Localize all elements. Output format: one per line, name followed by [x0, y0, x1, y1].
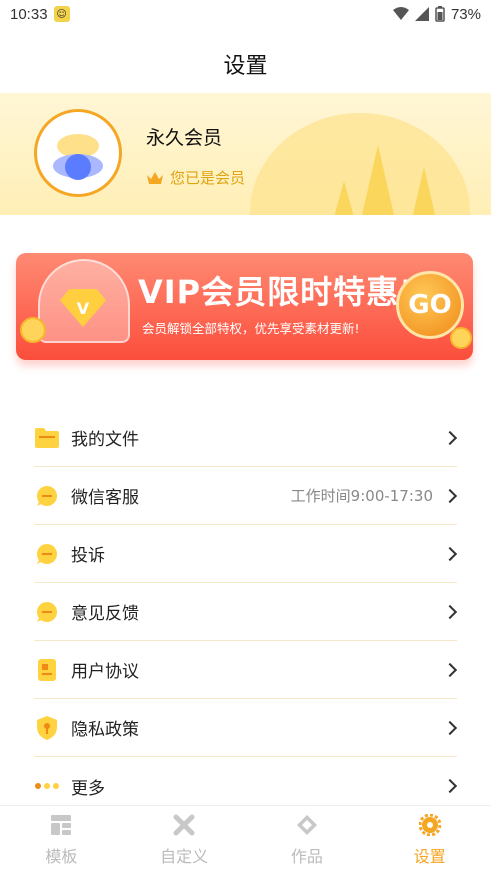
wifi-icon	[392, 7, 409, 20]
menu-item-label: 意见反馈	[71, 604, 139, 624]
menu-item-privacy-policy[interactable]: 隐私政策	[34, 699, 458, 757]
chat-icon	[34, 599, 60, 625]
service-hours: 工作时间9:00-17:30	[290, 487, 433, 505]
notification-icon: ☺	[53, 6, 70, 22]
membership-status-label: 您已是会员	[170, 169, 246, 187]
menu-item-complaint[interactable]: 投诉	[34, 525, 458, 583]
tab-settings[interactable]: 设置	[368, 806, 491, 873]
settings-menu: 我的文件 微信客服 工作时间9:00-17:30 投诉 意见反馈 用户协议 隐私…	[34, 409, 458, 815]
go-button[interactable]: GO	[396, 271, 464, 339]
document-icon	[34, 657, 60, 683]
chevron-right-icon	[442, 662, 458, 677]
template-icon	[49, 813, 73, 837]
menu-item-label: 投诉	[71, 546, 105, 566]
page-title: 设置	[223, 54, 268, 79]
tree-decoration	[412, 167, 436, 215]
battery-percent: 73%	[450, 5, 481, 23]
chevron-right-icon	[442, 488, 458, 503]
tab-custom[interactable]: 自定义	[123, 806, 246, 873]
tree-decoration	[334, 181, 354, 215]
shield-icon	[34, 715, 60, 741]
avatar[interactable]	[34, 109, 122, 197]
tab-templates[interactable]: 模板	[0, 806, 123, 873]
signal-icon	[414, 7, 429, 21]
menu-item-wechat-service[interactable]: 微信客服 工作时间9:00-17:30	[34, 467, 458, 525]
menu-item-label: 用户协议	[71, 662, 139, 682]
vip-promo-banner[interactable]: V VIP会员限时特惠! 会员解锁全部特权，优先享受素材更新! GO	[16, 253, 473, 360]
tab-label: 作品	[290, 846, 323, 866]
menu-item-label: 更多	[71, 778, 105, 799]
menu-item-feedback[interactable]: 意见反馈	[34, 583, 458, 641]
profile-name: 永久会员	[146, 127, 223, 149]
tab-label: 自定义	[160, 846, 209, 866]
bottom-tab-bar: 模板 自定义 作品 设置	[0, 805, 491, 873]
chevron-right-icon	[442, 546, 458, 561]
battery-icon	[435, 6, 445, 22]
works-icon	[295, 813, 319, 837]
coin-decoration	[450, 327, 472, 349]
decorative-hill	[250, 113, 470, 215]
crown-icon	[147, 171, 163, 184]
avatar-flower-center	[65, 154, 91, 180]
coin-decoration	[20, 317, 46, 343]
tab-label: 设置	[413, 846, 446, 866]
menu-item-my-files[interactable]: 我的文件	[34, 409, 458, 467]
menu-item-label: 我的文件	[71, 430, 139, 450]
chevron-right-icon	[442, 430, 458, 445]
tree-decoration	[362, 145, 394, 215]
tab-works[interactable]: 作品	[246, 806, 369, 873]
status-right: 73%	[392, 5, 481, 23]
more-icon	[34, 773, 60, 799]
tools-icon	[172, 813, 196, 837]
status-time: 10:33	[10, 5, 48, 23]
menu-item-label: 微信客服	[71, 488, 139, 508]
chat-icon	[34, 483, 60, 509]
menu-item-label: 隐私政策	[71, 720, 139, 740]
profile-card[interactable]: 永久会员 您已是会员	[0, 93, 491, 215]
membership-status: 您已是会员	[146, 167, 245, 188]
status-bar: 10:33 ☺ 73%	[0, 0, 491, 28]
chat-icon	[34, 541, 60, 567]
banner-title: VIP会员限时特惠!	[138, 273, 415, 311]
gear-icon	[418, 813, 442, 837]
banner-subtitle: 会员解锁全部特权，优先享受素材更新!	[142, 321, 360, 336]
chevron-right-icon	[442, 604, 458, 619]
chevron-right-icon	[442, 778, 458, 794]
chevron-right-icon	[442, 720, 458, 735]
menu-item-user-agreement[interactable]: 用户协议	[34, 641, 458, 699]
tab-label: 模板	[45, 846, 78, 866]
gem-letter: V	[76, 298, 90, 318]
folder-icon	[34, 425, 60, 451]
